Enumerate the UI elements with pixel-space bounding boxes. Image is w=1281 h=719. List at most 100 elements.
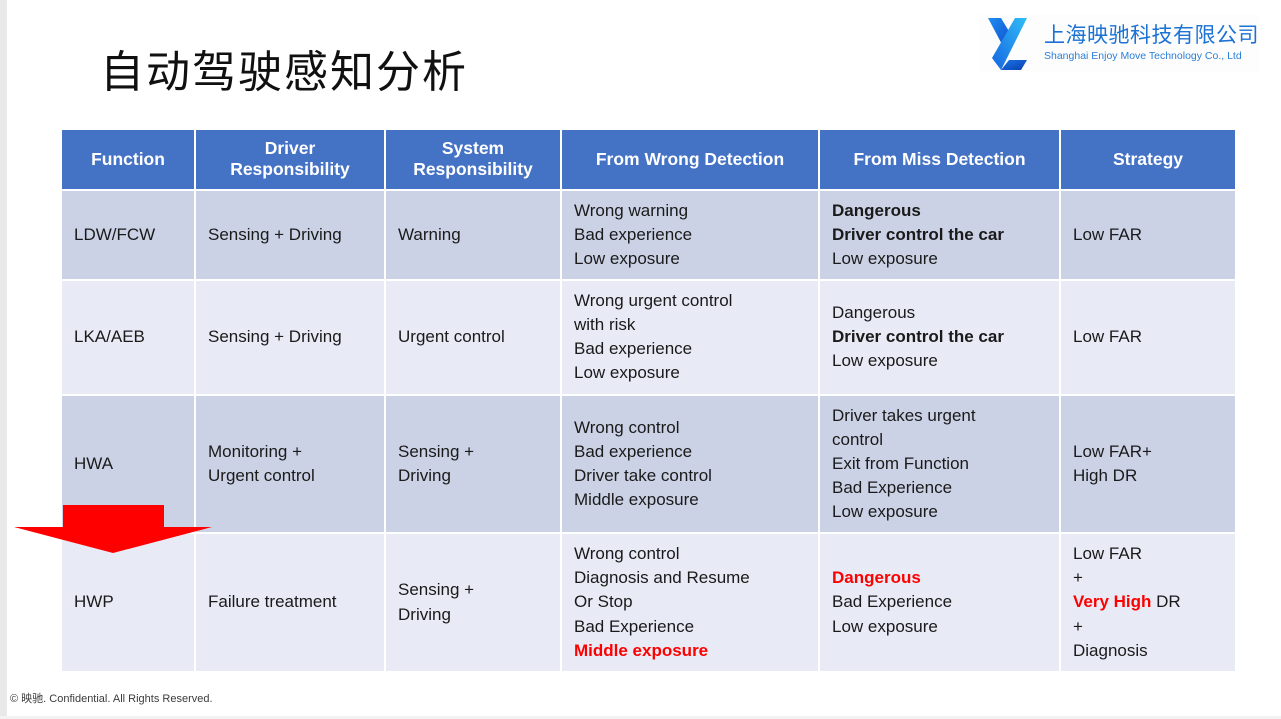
cell-function: HWP	[62, 534, 194, 671]
cell-strategy: Low FAR + Very High DR + Diagnosis	[1061, 534, 1235, 671]
table-row: HWP Failure treatment Sensing + Driving Wron…	[62, 534, 1235, 671]
table-header-row: Function Driver Responsibility System Re…	[62, 130, 1235, 189]
cell-text: Low exposure	[832, 351, 938, 371]
cell-from-miss-detection: Dangerous Bad Experience Low exposure	[820, 534, 1059, 671]
cell-driver-responsibility: Sensing + Driving	[196, 281, 384, 394]
cell-text: with risk	[574, 315, 636, 335]
cell-text: Driving	[398, 465, 451, 485]
slide-left-edge-strip	[0, 0, 7, 719]
cell-text: Middle exposure	[574, 640, 709, 660]
cell-text: LDW/FCW	[74, 224, 156, 244]
cell-text: +	[1073, 616, 1083, 636]
cell-text: Low FAR	[1073, 224, 1142, 244]
cell-text: Low exposure	[574, 248, 680, 268]
cell-text: Bad Experience	[574, 616, 695, 636]
cell-text: Monitoring +	[208, 441, 303, 461]
cell-text: Wrong control	[574, 544, 680, 564]
stylized-y-logo-icon	[988, 18, 1027, 70]
cell-system-responsibility: Warning	[386, 190, 560, 280]
col-header-from-wrong-detection: From Wrong Detection	[562, 130, 818, 189]
cell-text: Dangerous	[832, 200, 921, 220]
cell-text: HWP	[74, 592, 114, 612]
cell-text: High DR	[1073, 465, 1138, 485]
cell-text: Low exposure	[832, 502, 938, 522]
cell-text: LKA/AEB	[74, 327, 145, 347]
cell-text: Low exposure	[574, 363, 680, 383]
cell-from-wrong-detection: Wrong warning Bad experience Low exposure	[562, 190, 818, 280]
table-header: Function Driver Responsibility System Re…	[62, 130, 1235, 189]
cell-text: Failure treatment	[208, 592, 337, 612]
cell-text: Low FAR+	[1073, 441, 1152, 461]
company-logo: 上海映驰科技有限公司 Shanghai Enjoy Move Technolog…	[979, 14, 1259, 72]
cell-text: Or Stop	[574, 592, 633, 612]
cell-function: HWA	[62, 395, 194, 533]
cell-from-miss-detection: Dangerous Driver control the car Low expos…	[820, 190, 1059, 280]
page-title: 自动驾驶感知分析	[100, 47, 468, 98]
col-header-system-responsibility: System Responsibility	[386, 130, 560, 189]
cell-text: Urgent control	[208, 465, 315, 485]
cell-text: Bad Experience	[832, 477, 953, 497]
cell-text: Sensing + Driving	[208, 224, 342, 244]
table-body: LDW/FCW Sensing + Driving Warning Wrong war…	[62, 190, 1235, 671]
cell-from-miss-detection: Driver takes urgent control Exit from Func…	[820, 395, 1059, 533]
cell-text: Low FAR	[1073, 544, 1142, 564]
cell-text: Dangerous	[832, 303, 916, 323]
cell-text: Exit from Function	[832, 453, 969, 473]
logo-text-block: 上海映驰科技有限公司 Shanghai Enjoy Move Technolog…	[1044, 22, 1259, 63]
cell-strategy: Low FAR	[1061, 281, 1235, 394]
cell-text: Sensing + Driving	[208, 327, 342, 347]
cell-text: Low exposure	[832, 616, 938, 636]
col-header-driver-responsibility: Driver Responsibility	[196, 130, 384, 189]
cell-text: Urgent control	[398, 327, 505, 347]
table-row: LKA/AEB Sensing + Driving Urgent control Wr…	[62, 281, 1235, 394]
cell-strategy: Low FAR+ High DR	[1061, 395, 1235, 533]
cell-from-wrong-detection: Wrong control Bad experience Driver take c…	[562, 395, 818, 533]
cell-from-miss-detection: Dangerous Driver control the car Low expos…	[820, 281, 1059, 394]
cell-text: Diagnosis	[1073, 640, 1148, 660]
cell-text: +	[1073, 568, 1083, 588]
cell-system-responsibility: Sensing + Driving	[386, 534, 560, 671]
col-header-from-miss-detection: From Miss Detection	[820, 130, 1059, 189]
cell-text: Bad Experience	[832, 592, 953, 612]
cell-text: Low FAR	[1073, 327, 1142, 347]
cell-from-wrong-detection: Wrong control Diagnosis and Resume Or Stop…	[562, 534, 818, 671]
cell-function: LDW/FCW	[62, 190, 194, 280]
cell-system-responsibility: Sensing + Driving	[386, 395, 560, 533]
cell-text: Middle exposure	[574, 490, 699, 509]
cell-strategy: Low FAR	[1061, 190, 1235, 280]
cell-driver-responsibility: Sensing + Driving	[196, 190, 384, 280]
cell-text: control	[832, 429, 884, 449]
logo-company-name-en: Shanghai Enjoy Move Technology Co., Ltd	[1044, 49, 1242, 62]
footer-copyright: © 映驰. Confidential. All Rights Reserved.	[10, 693, 213, 705]
cell-text: Wrong control	[574, 417, 680, 437]
cell-text: Driving	[398, 604, 451, 624]
cell-system-responsibility: Urgent control	[386, 281, 560, 394]
cell-text: Low exposure	[832, 248, 938, 268]
cell-text: Bad experience	[574, 441, 693, 461]
cell-from-wrong-detection: Wrong urgent control with risk Bad experie…	[562, 281, 818, 394]
cell-text: Driver control the car	[832, 327, 1004, 347]
cell-text: Very High DR	[1073, 592, 1181, 612]
cell-text: Bad experience	[574, 339, 693, 359]
cell-text: Wrong warning	[574, 200, 689, 220]
slide-canvas: 上海映驰科技有限公司 Shanghai Enjoy Move Technolog…	[0, 0, 1281, 719]
cell-function: LKA/AEB	[62, 281, 194, 394]
highlighted-text: Very High	[1073, 592, 1152, 612]
cell-text: Driver takes urgent	[832, 405, 976, 425]
analysis-table: Function Driver Responsibility System Re…	[60, 128, 1237, 673]
col-header-strategy: Strategy	[1061, 130, 1235, 189]
cell-text: Wrong urgent control	[574, 291, 733, 311]
cell-text: Dangerous	[832, 568, 921, 588]
cell-text: Sensing +	[398, 580, 475, 600]
cell-text: Sensing +	[398, 441, 475, 461]
analysis-table-wrapper: Function Driver Responsibility System Re…	[60, 128, 1235, 673]
logo-company-name-cn: 上海映驰科技有限公司	[1044, 22, 1259, 47]
cell-text: Diagnosis and Resume	[574, 568, 750, 588]
col-header-function: Function	[62, 130, 194, 189]
cell-text: Driver control the car	[832, 224, 1004, 244]
table-row: LDW/FCW Sensing + Driving Warning Wrong war…	[62, 190, 1235, 280]
cell-driver-responsibility: Failure treatment	[196, 534, 384, 671]
cell-text: HWA	[74, 453, 114, 473]
table-row: HWA Monitoring + Urgent control Sensing + Dr…	[62, 395, 1235, 533]
cell-text: Driver take control	[574, 465, 712, 485]
